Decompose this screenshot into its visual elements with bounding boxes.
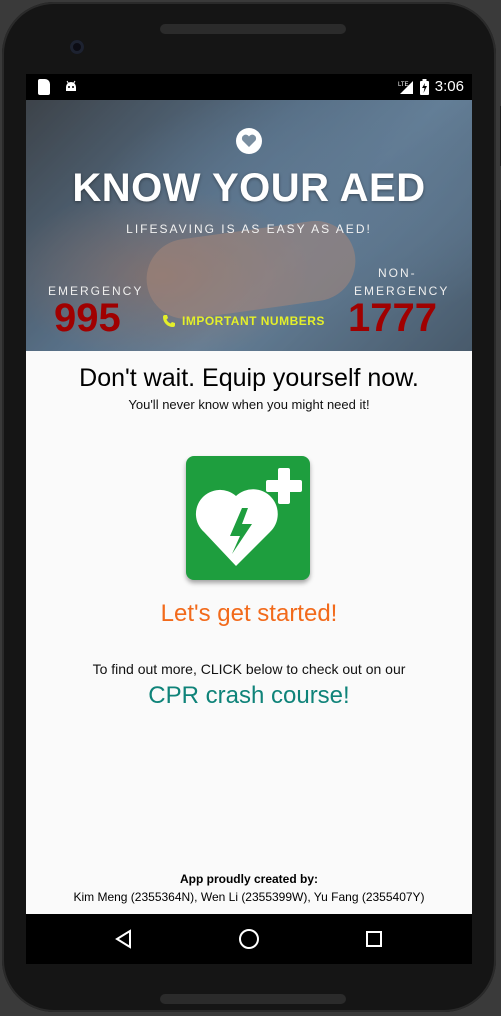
non-emergency-label-1: NON-: [378, 266, 417, 280]
cpr-course-link[interactable]: CPR crash course!: [26, 682, 472, 710]
clock: 3:06: [434, 78, 464, 95]
hero-banner: KNOW YOUR AED LIFESAVING IS AS EASY AS A…: [26, 100, 472, 351]
non-emergency-number[interactable]: 1777: [348, 296, 437, 341]
hero-subtitle: LIFESAVING IS AS EASY AS AED!: [126, 222, 372, 236]
aed-button[interactable]: [186, 456, 310, 580]
get-started-text: Let's get started!: [160, 600, 338, 627]
phone-icon: [163, 315, 175, 327]
back-icon[interactable]: [112, 927, 136, 951]
hero-title: KNOW YOUR AED: [72, 166, 426, 210]
important-numbers-label: IMPORTANT NUMBERS: [182, 314, 325, 328]
app-screen: LTE 3:06 KNOW YOUR AED LIFESAVING IS AS …: [26, 74, 472, 964]
signal-icon: LTE: [398, 80, 413, 94]
find-out-text: To find out more, CLICK below to check o…: [92, 661, 406, 677]
status-bar: LTE 3:06: [26, 74, 472, 100]
svg-text:LTE: LTE: [398, 82, 409, 88]
credit-title: App proudly created by:: [179, 872, 319, 886]
top-speaker: [160, 24, 346, 34]
important-numbers[interactable]: IMPORTANT NUMBERS: [162, 314, 325, 328]
headline: Don't wait. Equip yourself now.: [79, 364, 419, 392]
heart-icon: [236, 128, 262, 154]
android-icon: [66, 80, 76, 91]
emergency-number[interactable]: 995: [54, 296, 121, 341]
sd-card-icon: [38, 79, 50, 95]
home-icon[interactable]: [237, 927, 261, 951]
recents-icon[interactable]: [362, 927, 386, 951]
aed-heart-icon: [195, 468, 302, 566]
credit-names: Kim Meng (2355364N), Wen Li (2355399W), …: [73, 890, 425, 904]
front-camera: [70, 40, 84, 54]
tagline: You'll never know when you might need it…: [128, 397, 370, 412]
battery-icon: [419, 78, 429, 95]
navigation-bar: [26, 914, 472, 964]
bottom-speaker: [160, 994, 346, 1004]
